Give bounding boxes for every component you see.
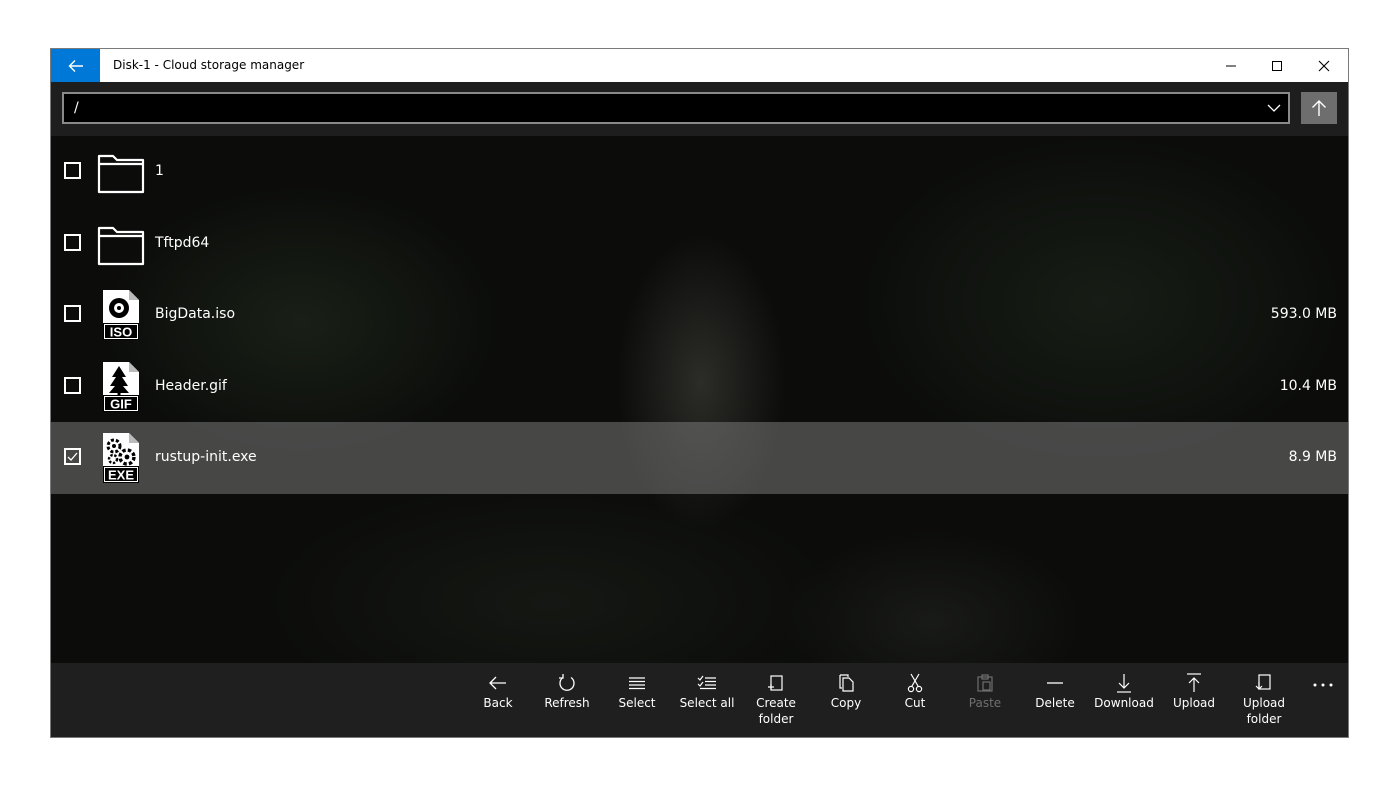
file-row[interactable]: Tftpd64 [51,208,1348,280]
upload-button[interactable]: Upload [1162,663,1226,737]
select-button[interactable]: Select [605,663,669,737]
copy-button[interactable]: Copy [814,663,878,737]
delete-label: Delete [1035,696,1075,710]
download-label: Download [1094,696,1154,710]
cut-label: Cut [904,696,926,710]
file-size: 10.4 MB [1279,377,1337,394]
create-folder-label: Create folder [756,696,796,726]
new-folder-icon [768,675,783,691]
upload-folder-label: Upload folder [1242,696,1286,726]
iso-icon-label: ISO [110,325,132,340]
arrow-left-icon [68,59,83,72]
row-checkbox[interactable] [64,305,81,322]
ellipsis-icon [1313,683,1333,687]
file-size: 8.9 MB [1288,449,1337,465]
row-checkbox[interactable] [64,376,81,394]
delete-button[interactable]: Delete [1023,663,1087,737]
upload-folder-icon [1255,674,1271,690]
minimize-icon [1226,65,1236,66]
titlebar-back-button[interactable] [51,49,100,82]
file-row[interactable]: GIF Header.gif 10.4 MB [51,351,1348,423]
upload-label: Upload [1172,696,1216,710]
row-checkbox[interactable] [64,233,81,251]
path-bar: / [51,82,1348,136]
refresh-button[interactable]: Refresh [535,663,599,737]
maximize-icon [1272,60,1282,71]
copy-label: Copy [830,696,862,710]
file-name: Tftpd64 [155,234,210,251]
list-icon [629,677,645,690]
more-options-button[interactable] [1303,663,1343,707]
cut-button[interactable]: Cut [883,663,947,737]
iso-file-icon: ISO [103,290,139,340]
chevron-down-icon [1267,104,1281,112]
parent-folder-button[interactable] [1301,92,1337,124]
close-button[interactable] [1301,49,1347,82]
upload-folder-button[interactable]: Upload folder [1232,663,1296,737]
refresh-label: Refresh [544,696,590,710]
create-folder-button[interactable]: Create folder [744,663,808,737]
back-button[interactable]: Back [466,663,530,737]
file-name: Header.gif [155,377,227,394]
close-icon [1318,60,1330,71]
file-row-selected[interactable]: EXE rustup-init.exe 8.9 MB [51,422,1348,494]
exe-icon-label: EXE [108,468,134,483]
file-size: 593.0 MB [1270,306,1337,322]
paste-button[interactable]: Paste [953,663,1017,737]
folder-icon [97,154,145,194]
maximize-button[interactable] [1254,49,1300,82]
file-list: 1 Tftpd64 ISO BigData.iso 593.0 MB GIF H… [51,136,1348,494]
file-row[interactable]: ISO BigData.iso 593.0 MB [51,279,1348,351]
command-bar: Back Refresh Select Select all Create fo… [51,663,1348,737]
select-all-icon [697,675,716,690]
upload-icon [1187,673,1201,692]
arrow-left-icon [489,676,506,690]
folder-icon [97,226,145,265]
row-checkbox-checked[interactable] [64,448,81,465]
path-value: / [74,100,79,116]
select-all-button[interactable]: Select all [675,663,739,737]
refresh-icon [559,674,575,691]
scissors-icon [907,673,923,693]
paste-icon [977,674,993,692]
copy-icon [839,674,854,692]
row-checkbox[interactable] [64,162,81,179]
select-label: Select [618,696,656,710]
checkmark-icon [67,452,78,461]
download-button[interactable]: Download [1092,663,1156,737]
minimize-button[interactable] [1208,49,1254,82]
exe-file-icon: EXE [103,433,139,483]
file-row[interactable]: 1 [51,136,1348,208]
gif-file-icon: GIF [103,361,139,412]
path-dropdown[interactable]: / [62,92,1290,124]
select-all-label: Select all [679,696,735,710]
file-name: 1 [155,163,164,179]
arrow-up-icon [1312,100,1326,116]
gif-icon-label: GIF [110,396,132,411]
download-icon [1117,674,1131,693]
file-name: BigData.iso [155,306,236,322]
window-title: Disk-1 - Cloud storage manager [113,58,305,72]
file-name: rustup-init.exe [155,449,257,465]
app-window: Disk-1 - Cloud storage manager / 1 Tftpd… [50,48,1349,738]
paste-label: Paste [968,696,1002,710]
title-bar: Disk-1 - Cloud storage manager [51,49,1348,82]
back-label: Back [483,696,513,710]
minus-icon [1047,682,1063,684]
